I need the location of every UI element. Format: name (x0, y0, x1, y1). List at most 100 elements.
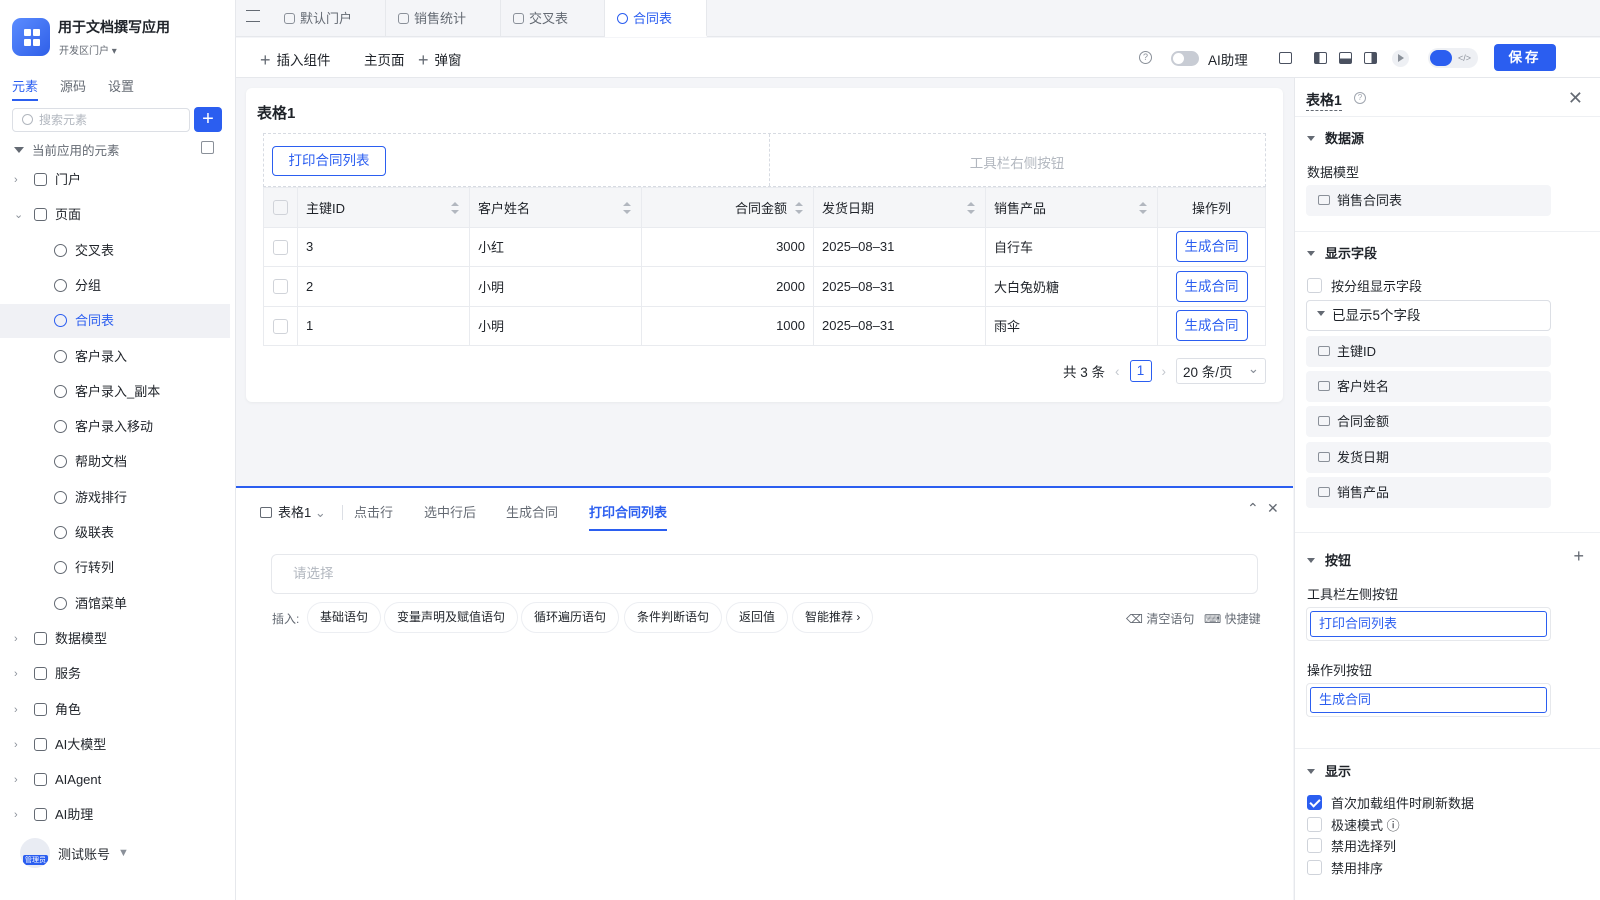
tab-contract-table[interactable]: 合同表 (605, 0, 707, 37)
collapse-sidebar-icon[interactable] (246, 10, 260, 22)
close-icon[interactable]: ✕ (1568, 88, 1583, 109)
chevron-right-icon[interactable]: › (14, 728, 18, 762)
prev-page-icon[interactable]: ‹ (1115, 364, 1120, 379)
shortcut-button[interactable]: ⌨ 快捷键 (1204, 610, 1261, 627)
row-checkbox[interactable] (263, 305, 298, 346)
right-panel-icon[interactable] (1364, 52, 1377, 64)
data-model-select[interactable]: 销售合同表 (1306, 185, 1551, 216)
help-icon[interactable]: ? (1139, 51, 1152, 64)
tab-cross-table[interactable]: 交叉表 (501, 0, 605, 37)
sidebar-item[interactable]: 客户录入 (0, 340, 230, 374)
tab-settings[interactable]: 设置 (108, 76, 134, 101)
sidebar-item[interactable]: › 数据模型 (0, 622, 230, 656)
insert-return-value[interactable]: 返回值 (726, 602, 789, 633)
field-item[interactable]: 合同金额 (1306, 406, 1551, 437)
bottom-panel-icon[interactable] (1339, 52, 1352, 64)
sort-icon[interactable] (1139, 202, 1147, 214)
tab-sales-stats[interactable]: 销售统计 (386, 0, 501, 37)
sidebar-item[interactable]: ⌄ 页面 (0, 198, 230, 232)
search-input[interactable]: 搜索元素 (12, 108, 190, 132)
help-icon[interactable]: ? (1354, 92, 1366, 104)
sidebar-item[interactable]: 合同表 (0, 304, 230, 339)
sidebar-item[interactable]: 行转列 (0, 551, 230, 585)
sidebar-item[interactable]: › AI助理 (0, 798, 230, 832)
sidebar-item[interactable]: › 角色 (0, 693, 230, 727)
row-checkbox[interactable] (263, 266, 298, 307)
sidebar-item[interactable]: 级联表 (0, 516, 230, 550)
insert-loop-statement[interactable]: 循环遍历语句 (521, 602, 620, 633)
column-header-product[interactable]: 销售产品 (985, 187, 1158, 228)
collapse-all-icon[interactable] (201, 141, 214, 154)
sidebar-item[interactable]: › AIAgent (0, 763, 230, 797)
section-datasource[interactable]: 数据源 (1307, 128, 1364, 147)
clear-statements-button[interactable]: ⌫ 清空语句 (1126, 610, 1194, 627)
chevron-right-icon[interactable]: › (14, 622, 18, 656)
user-menu[interactable]: 管理员 测试账号 ▼ (20, 838, 129, 868)
smart-recommend-button[interactable]: 智能推荐 › (792, 602, 874, 633)
field-item[interactable]: 主键ID (1306, 336, 1551, 367)
left-panel-icon[interactable] (1314, 52, 1327, 64)
sidebar-item[interactable]: 帮助文档 (0, 445, 230, 479)
sort-icon[interactable] (623, 202, 631, 214)
chevron-down-icon[interactable]: ⌄ (14, 198, 23, 232)
column-header-date[interactable]: 发货日期 (813, 187, 986, 228)
sidebar-item[interactable]: 交叉表 (0, 234, 230, 268)
table-row[interactable]: 1 小明 1000 2025–08–31 雨伞 生成合同 (263, 305, 1266, 346)
sort-icon[interactable] (967, 202, 975, 214)
portal-selector[interactable]: 开发区门户 ▾ (59, 42, 117, 57)
table-row[interactable]: 2 小明 2000 2025–08–31 大白兔奶糖 生成合同 (263, 266, 1266, 307)
column-header-name[interactable]: 客户姓名 (469, 187, 642, 228)
toolbar-right-placeholder[interactable]: 工具栏右侧按钮 (769, 152, 1265, 172)
row-checkbox[interactable] (263, 226, 298, 267)
properties-title[interactable]: 表格1 (1306, 90, 1342, 111)
tab-print-contract-list[interactable]: 打印合同列表 (589, 502, 668, 531)
collapse-panel-icon[interactable]: ⌃ (1247, 500, 1259, 517)
tree-root[interactable]: 当前应用的元素 (14, 140, 120, 159)
tab-default-portal[interactable]: 默认门户 (272, 0, 386, 37)
generate-contract-button[interactable]: 生成合同 (1175, 270, 1248, 302)
section-display[interactable]: 显示 (1307, 761, 1351, 780)
toolbar-left-button-item[interactable]: 打印合同列表 (1306, 607, 1551, 641)
print-contract-list-button[interactable]: 打印合同列表 (272, 146, 386, 176)
sidebar-item[interactable]: 客户录入_副本 (0, 375, 230, 409)
preview-play-icon[interactable] (1392, 50, 1409, 67)
insert-variable-statement[interactable]: 变量声明及赋值语句 (384, 602, 519, 633)
chevron-right-icon[interactable]: › (14, 798, 18, 832)
sidebar-item[interactable]: 酒馆菜单 (0, 587, 230, 621)
display-option-checkbox[interactable]: 禁用选择列 (1307, 836, 1396, 855)
chevron-right-icon[interactable]: › (14, 163, 18, 197)
insert-component-button[interactable]: + 插入组件 (260, 49, 331, 71)
display-option-checkbox[interactable]: 首次加载组件时刷新数据 (1307, 793, 1474, 812)
sort-icon[interactable] (451, 202, 459, 214)
page-size-select[interactable]: 20 条/页 ⌄ (1176, 358, 1266, 384)
layout-grid-icon[interactable] (1279, 52, 1292, 64)
sidebar-item[interactable]: › AI大模型 (0, 728, 230, 762)
tab-generate-contract[interactable]: 生成合同 (506, 502, 558, 521)
close-icon[interactable]: ✕ (1267, 500, 1279, 517)
sidebar-item[interactable]: › 门户 (0, 163, 230, 197)
sidebar-item[interactable]: 游戏排行 (0, 481, 230, 515)
sidebar-item[interactable]: › 服务 (0, 657, 230, 691)
mode-toggle[interactable]: </> (1428, 48, 1478, 68)
sidebar-item[interactable]: 分组 (0, 269, 230, 303)
action-select[interactable]: 请选择 (271, 554, 1258, 594)
add-button-icon[interactable]: + (1573, 546, 1584, 567)
field-item[interactable]: 发货日期 (1306, 442, 1551, 473)
home-page-button[interactable]: 主页面 (364, 49, 405, 69)
insert-basic-statement[interactable]: 基础语句 (307, 602, 382, 633)
chevron-right-icon[interactable]: › (14, 657, 18, 691)
column-header-amount[interactable]: 合同金额 (641, 187, 814, 228)
column-header-id[interactable]: 主键ID (297, 187, 470, 228)
ai-assistant-toggle[interactable] (1171, 51, 1199, 66)
display-option-checkbox[interactable]: 禁用排序 (1307, 858, 1383, 877)
display-option-checkbox[interactable]: 极速模式 ⓘ (1307, 815, 1400, 834)
chevron-right-icon[interactable]: › (14, 693, 18, 727)
field-item[interactable]: 销售产品 (1306, 477, 1551, 508)
shown-fields-toggle[interactable]: 已显示5个字段 (1306, 300, 1551, 331)
tab-row-click[interactable]: 点击行 (354, 502, 393, 521)
add-element-button[interactable]: + (194, 107, 222, 132)
field-item[interactable]: 客户姓名 (1306, 371, 1551, 402)
tab-source[interactable]: 源码 (60, 76, 86, 101)
popup-button[interactable]: + 弹窗 (418, 49, 462, 71)
next-page-icon[interactable]: › (1162, 364, 1167, 379)
